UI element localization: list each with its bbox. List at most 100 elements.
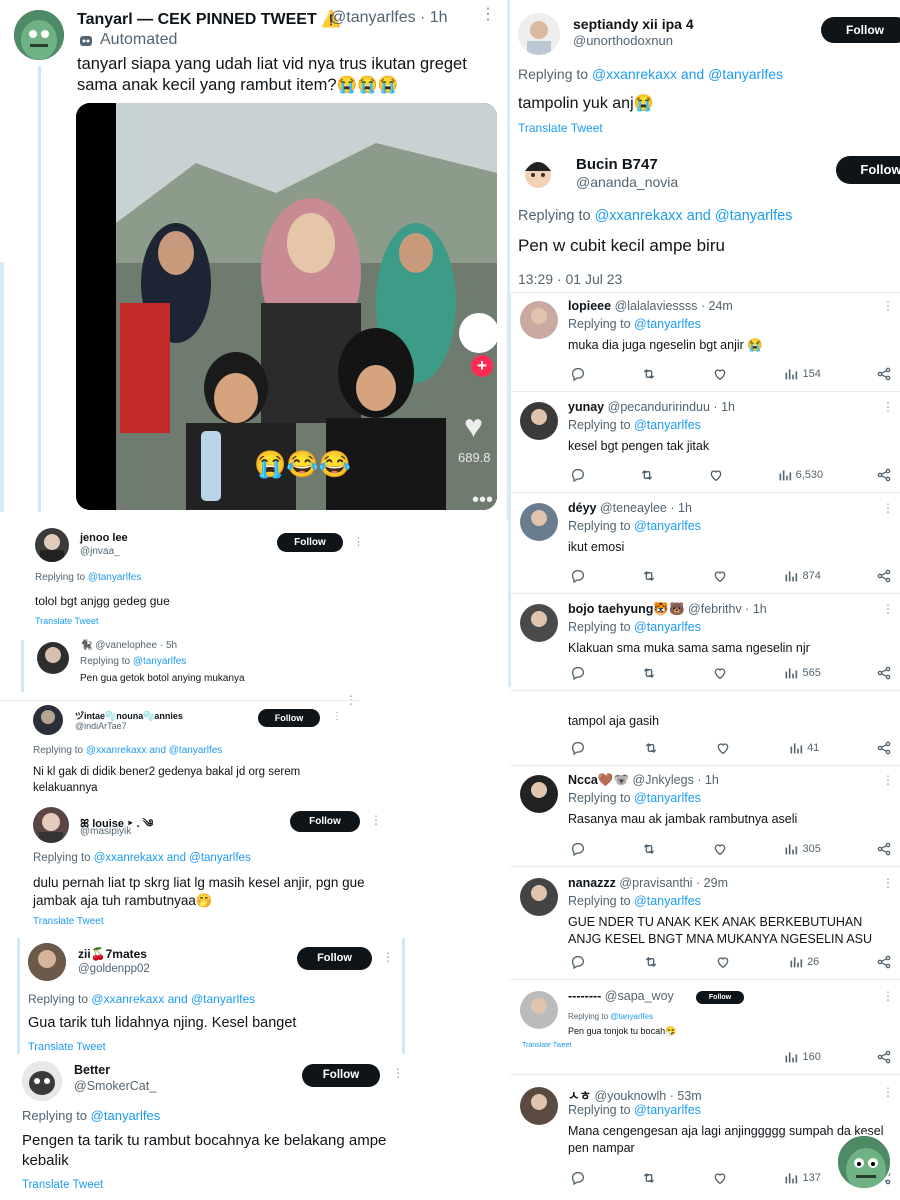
reply-author-name[interactable]: septiandy xii ipa 4 <box>573 16 694 32</box>
reply-author-meta[interactable]: @Jnkylegs · 1h <box>633 773 719 787</box>
follow-button[interactable]: Follow <box>297 947 372 970</box>
like-icon[interactable] <box>708 467 724 483</box>
follow-button[interactable]: Follow <box>836 156 900 184</box>
avatar[interactable] <box>33 705 63 735</box>
avatar[interactable] <box>518 13 560 55</box>
more-icon[interactable]: ••• <box>472 489 493 510</box>
reply-author-meta[interactable]: @youknowlh · 53m <box>595 1089 702 1103</box>
reply-author-handle[interactable]: @masipiyik <box>80 826 131 837</box>
more-icon[interactable]: ⋮ <box>882 400 894 414</box>
views-icon[interactable]: 160 <box>783 1049 821 1065</box>
reply-icon[interactable] <box>570 1170 586 1186</box>
avatar[interactable] <box>518 153 558 193</box>
retweet-icon[interactable] <box>641 568 657 584</box>
reply-header[interactable]: bojo taehyung🐯🐻 @febrithv · 1h <box>568 602 767 617</box>
reply-author-meta[interactable]: @sapa_woy <box>605 989 674 1003</box>
like-icon[interactable] <box>715 740 731 756</box>
more-icon[interactable]: ⋮ <box>332 711 342 722</box>
retweet-icon[interactable] <box>641 1170 657 1186</box>
more-icon[interactable]: ⋮ <box>882 501 894 515</box>
avatar[interactable] <box>14 10 64 60</box>
translate-link[interactable]: Translate Tweet <box>33 916 104 927</box>
translate-link[interactable]: Translate Tweet <box>522 1042 571 1049</box>
more-icon[interactable]: ⋮ <box>882 773 894 787</box>
reply-author-handle[interactable]: 🐈‍⬛ @vanelophee · 5h <box>80 640 177 651</box>
more-icon[interactable]: ⋮ <box>382 950 394 964</box>
share-icon[interactable] <box>876 740 892 756</box>
reply-author-handle[interactable]: @unorthodoxnun <box>573 33 673 48</box>
retweet-icon[interactable] <box>639 467 655 483</box>
reply-header[interactable]: Ncca🤎🐨 @Jnkylegs · 1h <box>568 773 719 788</box>
reply-header[interactable]: nanazzz @pravisanthi · 29m <box>568 876 728 890</box>
more-icon[interactable]: ⋮ <box>882 1085 894 1099</box>
avatar[interactable] <box>520 991 558 1029</box>
more-icon[interactable]: ⋮ <box>370 813 382 827</box>
avatar[interactable] <box>520 402 558 440</box>
share-icon[interactable] <box>876 568 892 584</box>
views-icon[interactable]: 305 <box>783 841 821 857</box>
reply-icon[interactable] <box>570 841 586 857</box>
share-icon[interactable] <box>876 665 892 681</box>
reply-author-name[interactable]: yunay <box>568 400 604 414</box>
reply-author-name[interactable]: bojo taehyung🐯🐻 <box>568 602 685 616</box>
heart-icon[interactable]: ♥ <box>464 408 483 445</box>
views-icon[interactable]: 26 <box>788 954 819 970</box>
reply-row[interactable]: ‐‐‐‐‐‐‐‐ @sapa_woy Follow ⋮ Replying to @ta… <box>510 985 900 1075</box>
retweet-icon[interactable] <box>641 841 657 857</box>
reply-author-meta[interactable]: @febrithv · 1h <box>688 602 767 616</box>
reply-author-handle[interactable]: @goldenpp02 <box>78 963 150 975</box>
share-icon[interactable] <box>876 366 892 382</box>
reply-author-handle[interactable]: @SmokerCat_ <box>74 1079 156 1093</box>
reply-author-meta[interactable]: @pecanduririnduu · 1h <box>608 400 735 414</box>
reply-row[interactable]: tampol aja gasih 41 <box>510 708 900 766</box>
more-icon[interactable]: ⋮ <box>480 4 496 24</box>
tweet-timestamp[interactable]: 13:29 · 01 Jul 23 <box>518 271 622 287</box>
avatar[interactable] <box>28 943 66 981</box>
avatar[interactable] <box>520 301 558 339</box>
views-icon[interactable]: 137 <box>783 1170 821 1186</box>
avatar[interactable] <box>520 503 558 541</box>
views-icon[interactable]: 154 <box>783 366 821 382</box>
reply-icon[interactable] <box>570 665 586 681</box>
follow-button[interactable]: Follow <box>258 709 320 727</box>
share-icon[interactable] <box>876 1049 892 1065</box>
retweet-icon[interactable] <box>643 954 659 970</box>
reply-row[interactable]: Ncca🤎🐨 @Jnkylegs · 1h ⋮ Replying to @tanya… <box>510 769 900 867</box>
reply-icon[interactable] <box>570 467 586 483</box>
reply-author-name[interactable]: zii🍒7mates <box>78 947 147 961</box>
views-icon[interactable]: 41 <box>788 740 819 756</box>
avatar[interactable] <box>22 1061 62 1101</box>
share-icon[interactable] <box>876 954 892 970</box>
more-icon[interactable]: ⋮ <box>882 876 894 890</box>
reply-author-name[interactable]: lopieee <box>568 299 611 313</box>
reply-author-meta[interactable]: @teneaylee · 1h <box>600 501 692 515</box>
more-icon[interactable]: ⋮ <box>882 299 894 313</box>
like-icon[interactable] <box>712 665 728 681</box>
author-handle[interactable]: @tanyarlfes <box>330 9 416 27</box>
retweet-icon[interactable] <box>641 366 657 382</box>
like-icon[interactable] <box>712 1170 728 1186</box>
avatar[interactable] <box>520 878 558 916</box>
reply-icon[interactable] <box>570 740 586 756</box>
share-icon[interactable] <box>876 841 892 857</box>
reply-icon[interactable] <box>570 954 586 970</box>
follow-button[interactable]: Follow <box>696 991 744 1004</box>
translate-link[interactable]: Translate Tweet <box>28 1041 106 1053</box>
reply-row[interactable]: lopieee @lalalaviessss · 24m ⋮ Replying to… <box>510 295 900 392</box>
reply-header[interactable]: ‐‐‐‐‐‐‐‐ @sapa_woy <box>568 989 674 1003</box>
reply-author-name[interactable]: Ncca🤎🐨 <box>568 773 629 787</box>
reply-author-handle[interactable]: @indiArTae7 <box>75 721 127 731</box>
reply-row[interactable]: nanazzz @pravisanthi · 29m ⋮ Replying to @… <box>510 872 900 980</box>
reply-author-meta[interactable]: @pravisanthi · 29m <box>619 876 728 890</box>
reply-author-name[interactable]: Bucin B747 <box>576 156 658 173</box>
avatar[interactable] <box>520 604 558 642</box>
reply-row[interactable]: bojo taehyung🐯🐻 @febrithv · 1h ⋮ Replying … <box>510 598 900 691</box>
avatar[interactable] <box>520 1087 558 1125</box>
reply-author-name[interactable]: ㅅㅎ <box>568 1089 591 1103</box>
author-name[interactable]: Tanyarl — CEK PINNED TWEET ⚠️ <box>77 9 341 29</box>
add-icon[interactable]: + <box>471 355 493 377</box>
video-thumbnail[interactable]: 😭😂😂 + 689.8 ♥ ••• <box>76 103 497 510</box>
avatar[interactable] <box>33 807 69 843</box>
tweet-time[interactable]: · 1h <box>420 9 448 27</box>
reply-header[interactable]: lopieee @lalalaviessss · 24m <box>568 299 733 313</box>
